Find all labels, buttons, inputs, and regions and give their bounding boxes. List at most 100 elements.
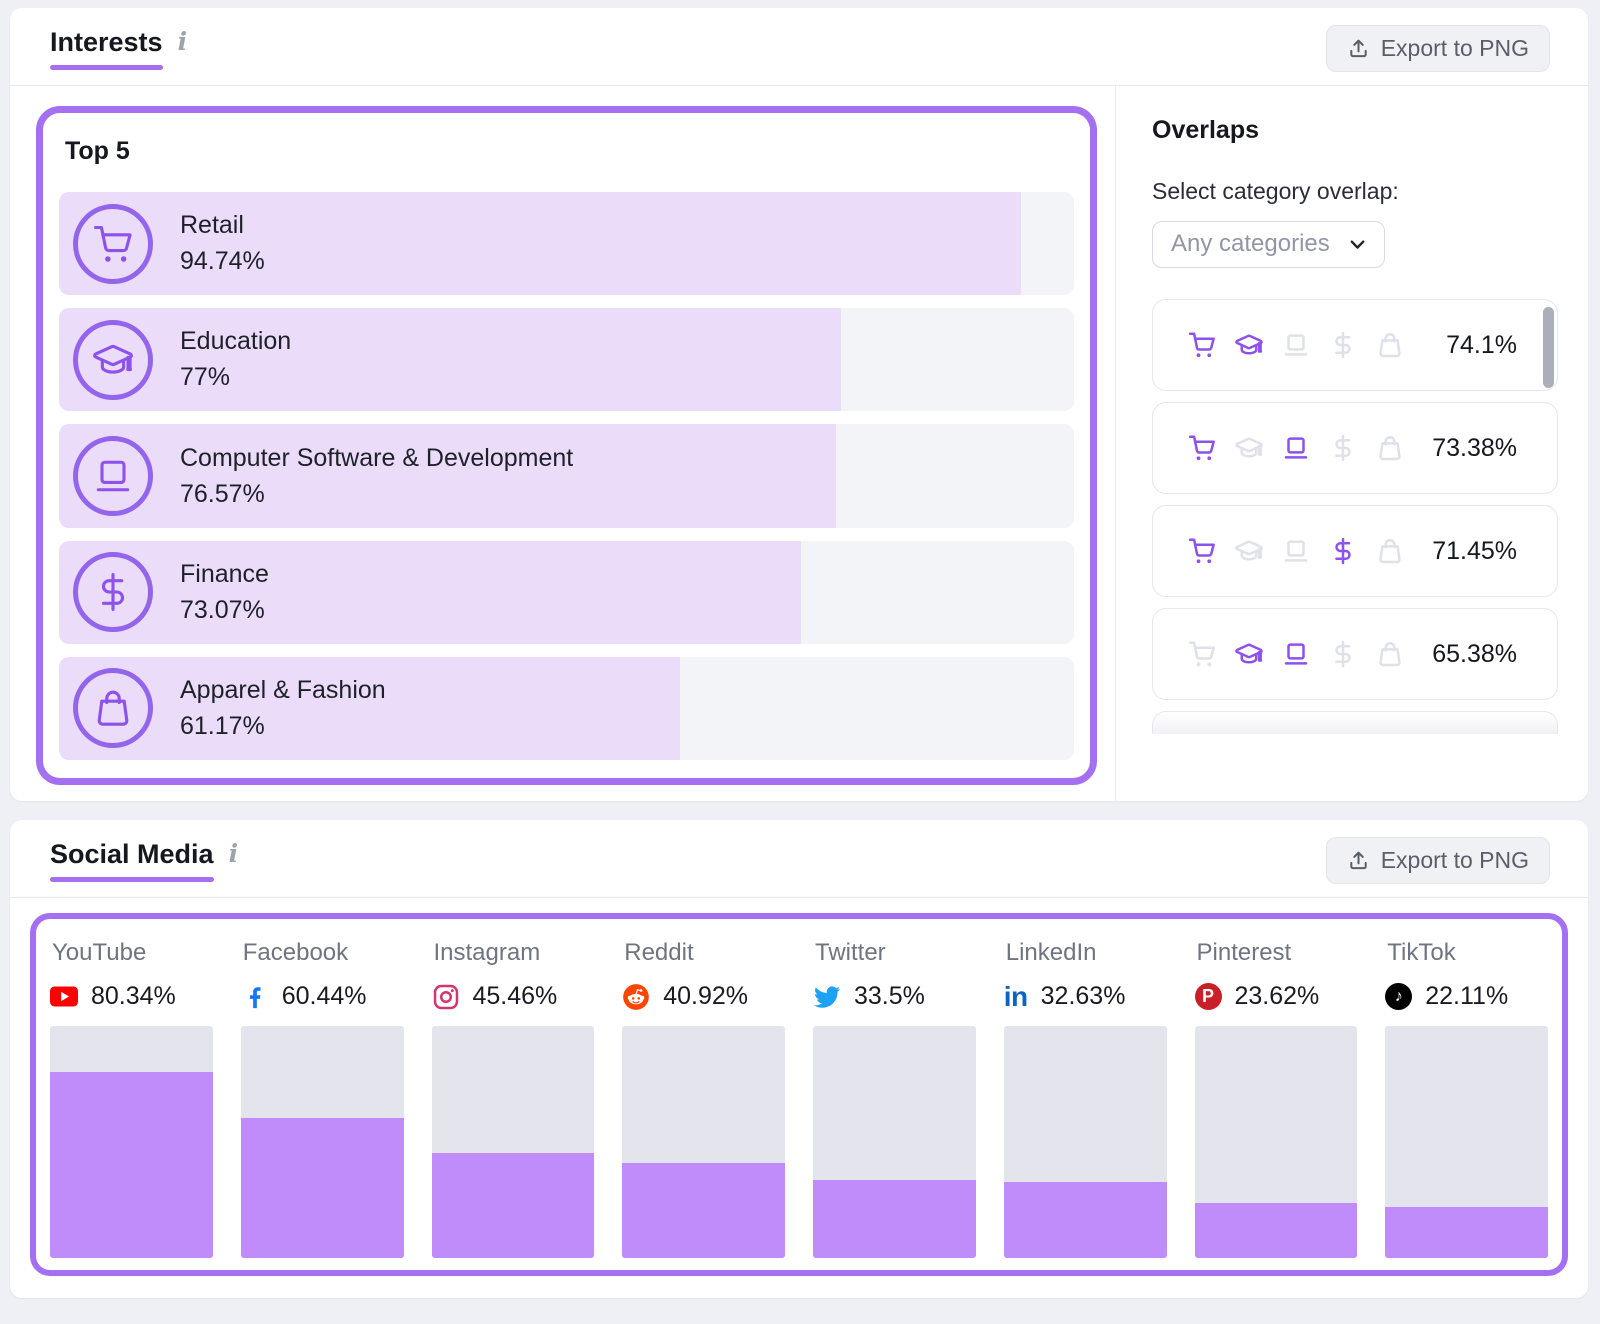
laptop-icon bbox=[1281, 639, 1311, 669]
top5-title: Top 5 bbox=[65, 137, 1074, 166]
platform-name: YouTube bbox=[52, 939, 213, 967]
social-column-twitter: Twitter 33.5% bbox=[813, 935, 976, 1258]
export-png-button[interactable]: Export to PNG bbox=[1326, 25, 1550, 72]
overlap-row[interactable]: 65.38% bbox=[1152, 608, 1558, 700]
interest-label: Apparel & Fashion bbox=[180, 676, 386, 705]
education-icon bbox=[1234, 639, 1264, 669]
platform-bar bbox=[813, 1026, 976, 1258]
platform-percentage: 60.44% bbox=[282, 982, 367, 1011]
tiktok-icon: ♪ bbox=[1385, 983, 1412, 1010]
bar-fill bbox=[59, 308, 841, 411]
dollar-icon bbox=[1328, 536, 1358, 566]
education-icon bbox=[1234, 536, 1264, 566]
facebook-icon bbox=[241, 983, 269, 1011]
laptop-icon bbox=[1281, 330, 1311, 360]
education-icon bbox=[1234, 330, 1264, 360]
info-icon[interactable]: i bbox=[178, 27, 188, 57]
social-media-title: Social Media bbox=[50, 839, 214, 882]
top5-chart-area: Top 5 Retail 94.74% Edu bbox=[10, 86, 1115, 801]
bar-fill bbox=[622, 1163, 785, 1258]
interest-percentage: 94.74% bbox=[180, 247, 265, 276]
overlap-percentage: 65.38% bbox=[1432, 640, 1517, 669]
cart-icon bbox=[1187, 639, 1217, 669]
platform-percentage: 40.92% bbox=[663, 982, 748, 1011]
dollar-icon bbox=[1328, 639, 1358, 669]
interests-panel: Interests i Export to PNG Top 5 Retail 9… bbox=[10, 8, 1588, 801]
youtube-icon bbox=[50, 983, 78, 1011]
overlap-row[interactable]: 74.1% bbox=[1152, 299, 1558, 391]
bag-icon bbox=[1375, 536, 1405, 566]
laptop-icon bbox=[1281, 433, 1311, 463]
interest-bar-row: Education 77% bbox=[59, 308, 1074, 411]
interests-title: Interests bbox=[50, 27, 163, 70]
category-overlap-dropdown[interactable]: Any categories bbox=[1152, 221, 1385, 268]
overlaps-sidebar: Overlaps Select category overlap: Any ca… bbox=[1115, 86, 1588, 801]
platform-percentage: 45.46% bbox=[473, 982, 558, 1011]
overlaps-list: 74.1% 73.38% 71.45% bbox=[1152, 299, 1558, 734]
info-icon[interactable]: i bbox=[229, 839, 239, 869]
platform-name: Twitter bbox=[815, 939, 976, 967]
upload-icon bbox=[1347, 37, 1370, 60]
platform-name: Facebook bbox=[243, 939, 404, 967]
platform-name: Pinterest bbox=[1197, 939, 1358, 967]
dollar-icon bbox=[1328, 433, 1358, 463]
platform-percentage: 32.63% bbox=[1041, 982, 1126, 1011]
interest-label: Retail bbox=[180, 211, 265, 240]
overlap-row[interactable]: 73.38% bbox=[1152, 402, 1558, 494]
platform-bar bbox=[622, 1026, 785, 1258]
platform-bar bbox=[1195, 1026, 1358, 1258]
instagram-icon bbox=[432, 983, 460, 1011]
interest-bar-row: Apparel & Fashion 61.17% bbox=[59, 657, 1074, 760]
platform-bar bbox=[241, 1026, 404, 1258]
top5-rows: Retail 94.74% Education 77% bbox=[59, 192, 1074, 760]
education-icon bbox=[1234, 433, 1264, 463]
reddit-icon bbox=[622, 983, 650, 1011]
scrollbar-thumb[interactable] bbox=[1543, 307, 1554, 388]
platform-percentage: 22.11% bbox=[1425, 982, 1508, 1011]
interest-bar-row: Computer Software & Development 76.57% bbox=[59, 424, 1074, 527]
overlap-percentage: 73.38% bbox=[1432, 434, 1517, 463]
overlap-row[interactable]: 71.45% bbox=[1152, 505, 1558, 597]
bar-fill bbox=[1195, 1203, 1358, 1258]
social-media-header: Social Media i Export to PNG bbox=[10, 820, 1588, 898]
social-column-instagram: Instagram 45.46% bbox=[432, 935, 595, 1258]
export-png-label: Export to PNG bbox=[1381, 847, 1529, 874]
export-png-button[interactable]: Export to PNG bbox=[1326, 837, 1550, 884]
platform-name: Reddit bbox=[624, 939, 785, 967]
interests-header: Interests i Export to PNG bbox=[10, 8, 1588, 86]
interest-label: Education bbox=[180, 327, 291, 356]
twitter-icon bbox=[813, 983, 841, 1011]
bar-fill bbox=[59, 541, 801, 644]
cart-icon bbox=[1187, 536, 1217, 566]
platform-percentage: 80.34% bbox=[91, 982, 176, 1011]
interest-percentage: 61.17% bbox=[180, 712, 386, 741]
bag-icon bbox=[73, 668, 153, 748]
platform-percentage: 23.62% bbox=[1235, 982, 1320, 1011]
dollar-icon bbox=[1328, 330, 1358, 360]
chevron-down-icon bbox=[1347, 234, 1368, 255]
upload-icon bbox=[1347, 849, 1370, 872]
platform-percentage: 33.5% bbox=[854, 982, 925, 1011]
interest-bar-row: Finance 73.07% bbox=[59, 541, 1074, 644]
overlap-select-label: Select category overlap: bbox=[1152, 178, 1558, 205]
platform-bar bbox=[1004, 1026, 1167, 1258]
overlap-row-partial[interactable] bbox=[1152, 711, 1558, 734]
export-png-label: Export to PNG bbox=[1381, 35, 1529, 62]
laptop-icon bbox=[73, 436, 153, 516]
bag-icon bbox=[1375, 330, 1405, 360]
bar-fill bbox=[50, 1072, 213, 1258]
interest-bar-row: Retail 94.74% bbox=[59, 192, 1074, 295]
platform-bar bbox=[1385, 1026, 1548, 1258]
social-chart-box: YouTube 80.34% Facebook 60.44% bbox=[30, 913, 1568, 1276]
bar-fill bbox=[813, 1180, 976, 1258]
bag-icon bbox=[1375, 639, 1405, 669]
social-column-facebook: Facebook 60.44% bbox=[241, 935, 404, 1258]
linkedin-icon: in bbox=[1004, 983, 1028, 1011]
dropdown-value: Any categories bbox=[1171, 230, 1330, 258]
cart-icon bbox=[1187, 433, 1217, 463]
social-column-linkedin: LinkedIn in 32.63% bbox=[1004, 935, 1167, 1258]
platform-name: Instagram bbox=[434, 939, 595, 967]
platform-bar bbox=[432, 1026, 595, 1258]
interest-percentage: 77% bbox=[180, 363, 291, 392]
interest-label: Finance bbox=[180, 560, 269, 589]
